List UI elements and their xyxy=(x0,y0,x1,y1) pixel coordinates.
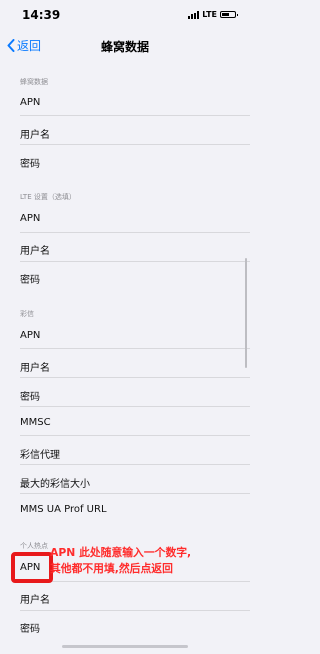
lte-password-field[interactable]: 密码 xyxy=(20,271,40,286)
hotspot-username-field[interactable]: 用户名 xyxy=(20,591,50,606)
highlight-box xyxy=(11,552,53,583)
mms-username-field[interactable]: 用户名 xyxy=(20,359,50,374)
mms-max-size-field[interactable]: 最大的彩信大小 xyxy=(20,475,90,490)
divider xyxy=(20,435,250,436)
page-title: 蜂窝数据 xyxy=(100,40,149,54)
navigation-bar: 返回 蜂窝数据 xyxy=(0,30,250,60)
divider xyxy=(20,261,250,262)
divider xyxy=(20,581,250,582)
status-time: 14:39 xyxy=(22,8,61,22)
divider xyxy=(20,406,250,407)
mms-apn-field[interactable]: APN xyxy=(20,330,40,341)
divider xyxy=(20,144,250,145)
mms-proxy-field[interactable]: 彩信代理 xyxy=(20,446,60,461)
divider xyxy=(20,377,250,378)
divider xyxy=(20,232,250,233)
lte-apn-field[interactable]: APN xyxy=(20,213,40,224)
annotation-line-1: APN 此处随意输入一个数字, xyxy=(50,546,192,559)
signal-icon xyxy=(188,10,200,19)
divider xyxy=(20,464,250,465)
network-type: LTE xyxy=(202,10,217,19)
mmsc-field[interactable]: MMSC xyxy=(20,417,51,428)
section-header-cellular-data: 蜂窝数据 xyxy=(20,78,48,86)
divider xyxy=(20,348,250,349)
annotation-text: APN 此处随意输入一个数字, 其他都不用填,然后点返回 xyxy=(50,545,250,577)
status-bar: 14:39 LTE xyxy=(0,0,250,30)
lte-username-field[interactable]: 用户名 xyxy=(20,242,50,257)
annotation-line-2: 其他都不用填,然后点返回 xyxy=(50,562,173,575)
divider xyxy=(20,493,250,494)
battery-icon xyxy=(220,11,238,18)
scrollbar[interactable] xyxy=(245,258,247,368)
cellular-password-field[interactable]: 密码 xyxy=(20,155,40,170)
divider xyxy=(20,115,250,116)
section-header-mms: 彩信 xyxy=(20,310,34,318)
mms-ua-prof-url-field[interactable]: MMS UA Prof URL xyxy=(20,504,107,515)
section-header-hotspot: 个人热点 xyxy=(20,542,48,550)
mms-password-field[interactable]: 密码 xyxy=(20,388,40,403)
home-indicator xyxy=(62,645,188,648)
cellular-apn-field[interactable]: APN xyxy=(20,97,40,108)
hotspot-password-field[interactable]: 密码 xyxy=(20,620,40,635)
status-indicators: LTE xyxy=(188,10,238,19)
section-header-lte: LTE 设置（选填） xyxy=(20,193,76,201)
divider xyxy=(20,610,250,611)
cellular-username-field[interactable]: 用户名 xyxy=(20,126,50,141)
